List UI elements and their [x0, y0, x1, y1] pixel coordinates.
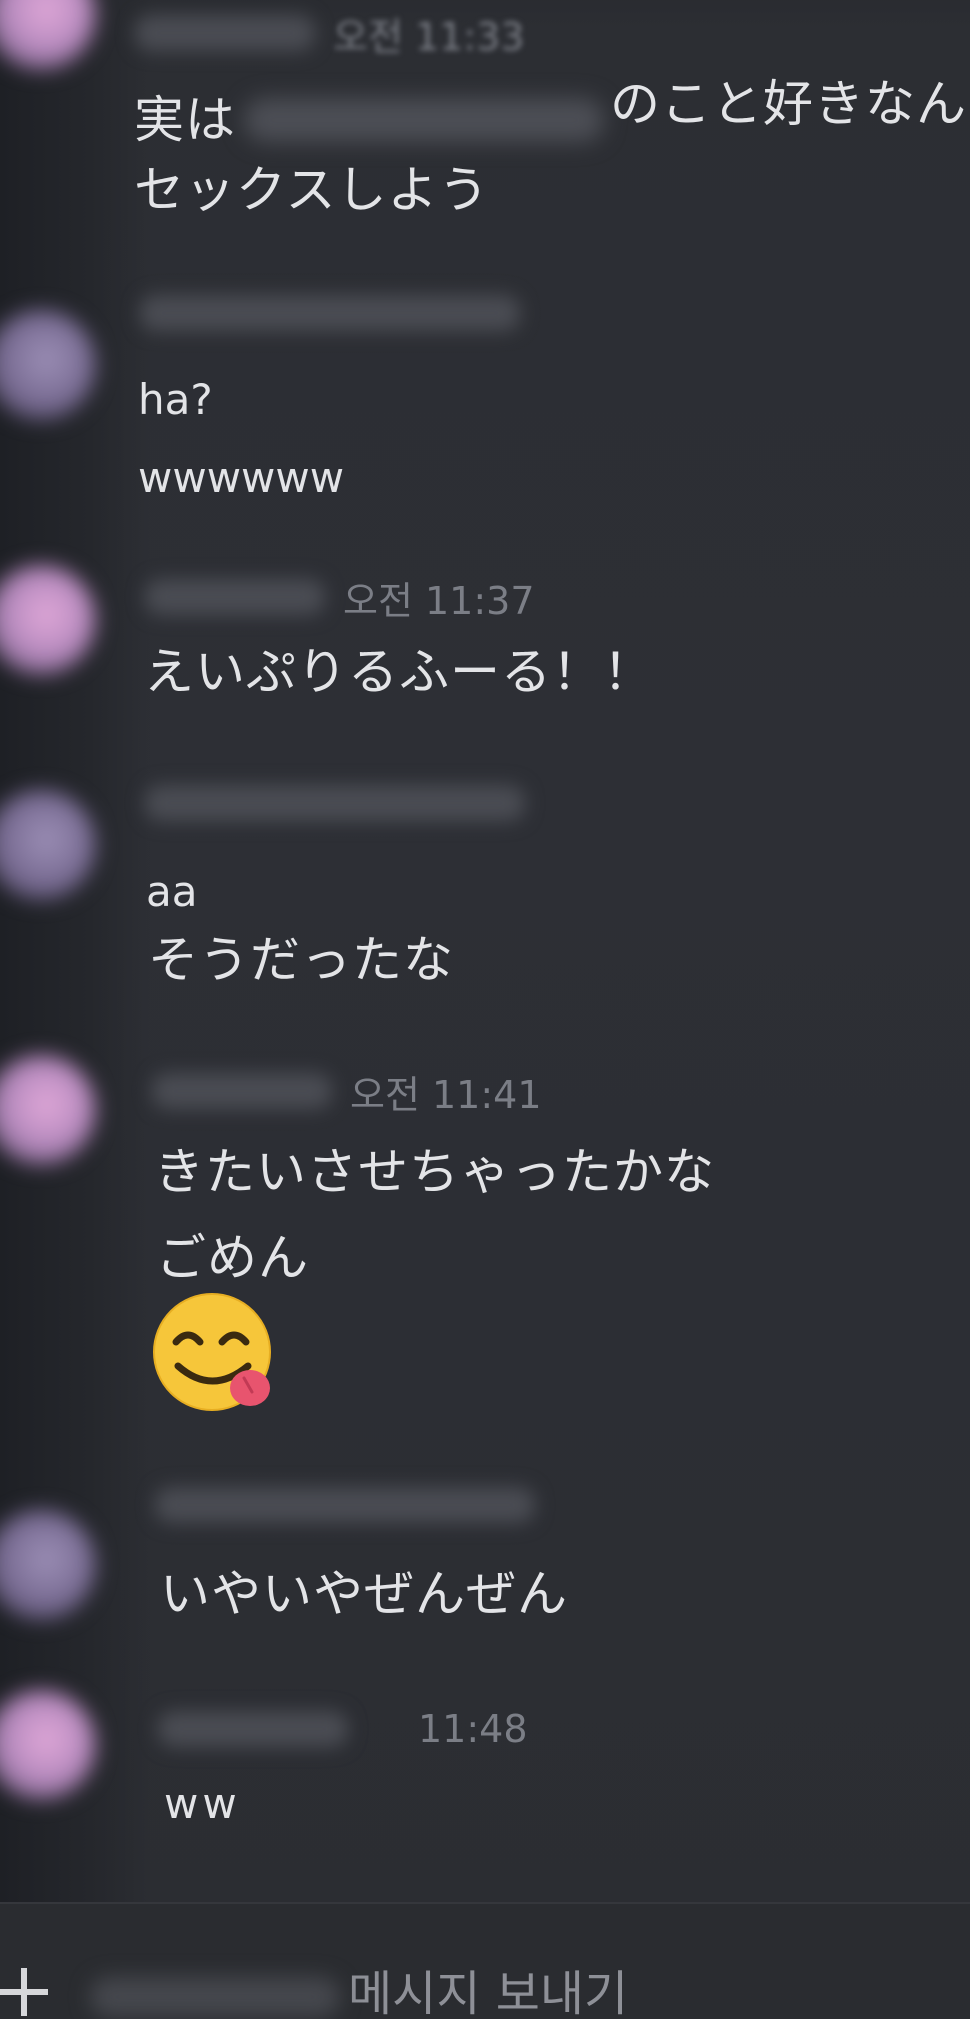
message-text: 実は [134, 91, 236, 149]
chat-screen: 오전 11:33 実は のこと好きなん セックスしよう ha? wwwwww 오… [0, 0, 970, 2019]
username[interactable] [155, 1487, 535, 1523]
timestamp [553, 1483, 625, 1527]
plus-icon[interactable] [0, 1962, 54, 2019]
timestamp [543, 781, 652, 825]
message-text: えいぷりるふーる！！ [144, 643, 654, 701]
message-header [140, 288, 647, 338]
message-header: 오전 11:33 [135, 8, 525, 59]
username[interactable] [135, 15, 315, 51]
message-header: 11:48 [158, 1704, 528, 1754]
username[interactable] [152, 1073, 332, 1109]
message-text: wwwwww [138, 453, 345, 502]
timestamp: 오전 11:41 [350, 1072, 542, 1117]
redacted-channel-name [90, 1977, 340, 2017]
timestamp: 오전 11:33 [333, 14, 525, 59]
username[interactable] [145, 785, 525, 821]
redacted-text [244, 98, 604, 142]
face-savoring-food-emoji [153, 1293, 271, 1411]
message-text: ha? [138, 375, 213, 424]
username[interactable] [140, 295, 520, 331]
message-text: ごめん [156, 1229, 309, 1287]
message-text: aa [146, 867, 198, 916]
message-input[interactable]: 메시지 보내기 [90, 1954, 628, 2019]
message-text: そうだったな [148, 931, 454, 989]
message-text: ww [164, 1779, 241, 1828]
username[interactable] [158, 1711, 348, 1747]
timestamp: 오전 11:37 [343, 578, 535, 623]
message-text: いやいやぜんぜん [160, 1565, 568, 1623]
username[interactable] [145, 579, 325, 615]
message-text: きたいさせちゃったかな [154, 1143, 715, 1201]
timestamp: 11:48 [418, 1707, 528, 1751]
message-text: のこと好きなん [610, 75, 967, 133]
message-header: 오전 11:37 [145, 572, 535, 623]
message-composer[interactable]: 메시지 보내기 [0, 1902, 970, 2019]
message-text: セックスしよう [134, 161, 490, 219]
message-input-placeholder: 메시지 보내기 [348, 1966, 629, 2019]
message-header [145, 778, 652, 828]
message-header [155, 1480, 625, 1530]
timestamp [538, 291, 647, 335]
message-header: 오전 11:41 [152, 1066, 542, 1117]
